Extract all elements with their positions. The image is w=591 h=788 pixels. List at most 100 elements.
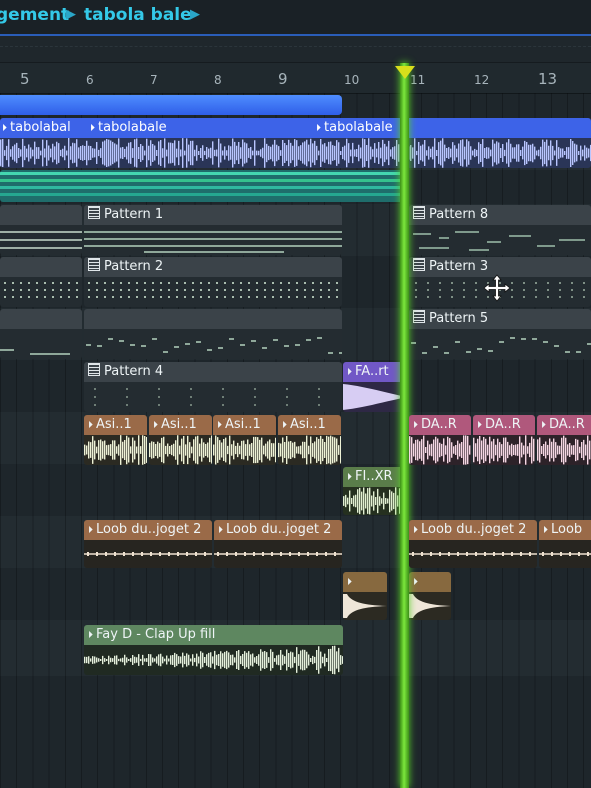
audio-clip-fi[interactable]: ⏵ FI..XR: [343, 467, 407, 515]
clip-arrow-icon: ⏵: [316, 123, 321, 134]
audio-waveform: [213, 435, 276, 465]
clip-arrow-icon: ⏵: [413, 420, 418, 431]
timeline-ruler[interactable]: 5 6 7 8 9 10 11 12 13: [0, 63, 591, 94]
clip-label: Pattern 4: [104, 364, 164, 379]
audio-clip-tabolabale[interactable]: ⏵ tabolabal ⏵ tabolabale ⏵ tabolabale: [0, 118, 591, 168]
pattern-icon: [88, 363, 100, 376]
pattern-clip[interactable]: Pattern 5: [409, 309, 591, 359]
clip-label: DA..R: [421, 417, 457, 432]
bar-number: 5: [20, 70, 30, 88]
clip-arrow-icon: ⏵: [217, 420, 222, 431]
clip-arrow-icon: ⏵: [413, 525, 418, 536]
pattern-clip[interactable]: [84, 309, 342, 359]
audio-waveform: [149, 435, 212, 465]
audio-clip-da[interactable]: ⏵ DA..R: [473, 415, 535, 465]
clip-label: Pattern 5: [429, 311, 489, 326]
pattern-notes: [84, 231, 342, 253]
pattern-notes: [94, 388, 320, 406]
toolbar-strip: [0, 36, 591, 63]
audio-clip-loob[interactable]: ⏵ Loob du..joget 2: [84, 520, 212, 568]
bar-number: 6: [86, 73, 94, 87]
playlist-window: gement ▶ tabola bale ▶ 5 6 7 8 9 10 11 1…: [0, 0, 591, 788]
audio-clip-asi[interactable]: ⏵ Asi..1: [149, 415, 212, 465]
pattern-clip[interactable]: Pattern 8: [409, 205, 591, 255]
audio-waveform: [84, 540, 212, 568]
clip-arrow-icon: ⏵: [347, 577, 352, 588]
pattern-clip[interactable]: [0, 309, 82, 359]
clip-label: Loob: [551, 522, 583, 537]
move-cursor-icon: [483, 274, 511, 302]
clip-label: Pattern 3: [429, 259, 489, 274]
pattern-notes: [0, 349, 70, 355]
clip-label: tabolabal: [10, 120, 71, 135]
pattern-notes: [88, 282, 338, 298]
audio-clip-fa[interactable]: ⏵ FA..rt: [343, 362, 407, 412]
bar-number: 10: [344, 73, 360, 87]
clip-label: Loob du..joget 2: [226, 522, 332, 537]
pattern-clip[interactable]: Pattern 2: [84, 257, 342, 307]
audio-clip-asi[interactable]: ⏵ Asi..1: [278, 415, 341, 465]
pattern-icon: [413, 310, 425, 323]
bar-number: 13: [538, 70, 558, 88]
audio-waveform: [343, 487, 407, 515]
track-empty: [0, 676, 591, 788]
audio-waveform: [214, 540, 342, 568]
pattern-notes: [413, 231, 585, 251]
clip-label: Asi..1: [290, 417, 326, 432]
pattern-clip[interactable]: Pattern 1: [84, 205, 342, 255]
clip-label: DA..R: [549, 417, 585, 432]
clip-arrow-icon: ⏵: [477, 420, 482, 431]
clip-arrow-icon: ⏵: [2, 123, 7, 134]
pattern-notes: [4, 282, 78, 298]
audio-clip-da[interactable]: ⏵ DA..R: [537, 415, 591, 465]
clip-arrow-icon: ⏵: [88, 525, 93, 536]
audio-clip-asi[interactable]: ⏵ Asi..1: [84, 415, 147, 465]
breadcrumb-item-project[interactable]: tabola bale: [84, 5, 192, 25]
pattern-clip[interactable]: [0, 257, 82, 307]
pattern-icon: [88, 258, 100, 271]
clip-label: Pattern 1: [104, 207, 164, 222]
clip-label: Asi..1: [96, 417, 132, 432]
audio-clip-loob[interactable]: ⏵ Loob du..joget 2: [409, 520, 537, 568]
audio-waveform: [409, 540, 537, 568]
playhead[interactable]: [400, 63, 409, 788]
audio-clip-asi[interactable]: ⏵ Asi..1: [213, 415, 276, 465]
pattern-icon: [88, 206, 100, 219]
pattern-clip[interactable]: [0, 205, 82, 255]
audio-waveform: [473, 435, 535, 465]
audio-waveform: [539, 540, 591, 568]
audio-clip-loob[interactable]: ⏵ Loob du..joget 2: [214, 520, 342, 568]
bar-number: 12: [474, 73, 490, 87]
audio-waveform: [409, 435, 471, 465]
audio-waveform: [343, 382, 407, 412]
bar-number: 7: [150, 73, 158, 87]
playhead-marker-icon[interactable]: [395, 66, 415, 79]
audio-clip-clap[interactable]: ⏵ Fay D - Clap Up fill: [84, 625, 343, 675]
chevron-right-icon: ▶: [190, 7, 200, 22]
pattern-icon: [413, 206, 425, 219]
audio-clip-da[interactable]: ⏵ DA..R: [409, 415, 471, 465]
clip-label: tabolabale: [324, 120, 393, 135]
clip-label: tabolabale: [98, 120, 167, 135]
pattern-notes: [86, 337, 342, 354]
pattern-notes: [411, 337, 591, 354]
chevron-right-icon: ▶: [66, 7, 76, 22]
clip-arrow-icon: ⏵: [282, 420, 287, 431]
audio-waveform: [84, 645, 343, 675]
clip-label: DA..R: [485, 417, 521, 432]
clip-label: Asi..1: [161, 417, 197, 432]
clip-label: Loob du..joget 2: [96, 522, 202, 537]
audio-waveform: [409, 592, 451, 620]
audio-clip-kick[interactable]: ⏵: [409, 572, 451, 620]
breadcrumb-item-arrangement[interactable]: gement: [0, 5, 69, 25]
pattern-clip[interactable]: Pattern 4: [84, 362, 342, 412]
audio-clip-kick[interactable]: ⏵: [343, 572, 387, 620]
pattern-notes: [0, 231, 82, 249]
clip-arrow-icon: ⏵: [218, 525, 223, 536]
breadcrumb: gement ▶ tabola bale ▶: [0, 0, 591, 36]
clip-label: FA..rt: [355, 364, 389, 379]
audio-clip-loob[interactable]: ⏵ Loob: [539, 520, 591, 568]
audio-waveform: [278, 435, 341, 465]
automation-clip[interactable]: [0, 170, 408, 202]
loop-region[interactable]: [0, 95, 342, 115]
